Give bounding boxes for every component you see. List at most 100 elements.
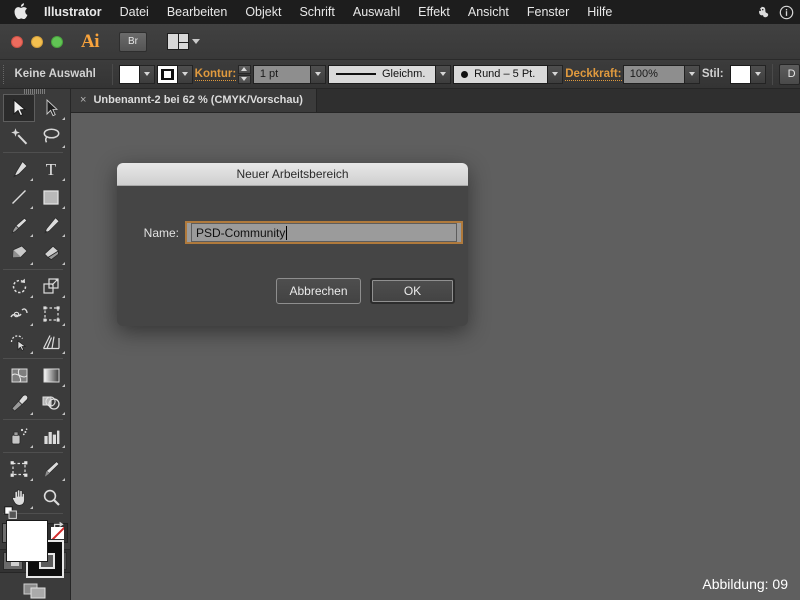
zoom-window-button[interactable] [51,35,63,48]
control-bar-grip[interactable] [3,64,5,84]
stroke-color-control[interactable] [156,64,193,84]
mac-menu-bar: Illustrator Datei Bearbeiten Objekt Schr… [0,0,800,24]
zoom-tool[interactable] [35,483,67,511]
brush-definition-dropdown-button[interactable] [548,64,564,84]
minimize-window-button[interactable] [31,35,43,48]
name-input-inner[interactable]: PSD-Community [191,223,457,242]
change-screen-mode-button[interactable] [18,581,52,600]
stroke-dropdown-button[interactable] [177,64,193,84]
menu-item-ansicht[interactable]: Ansicht [459,0,518,24]
stroke-weight-control[interactable]: 1 pt [237,64,326,84]
pen-tool[interactable] [3,155,35,183]
column-graph-tool[interactable] [35,422,67,450]
graphic-style-dropdown-button[interactable] [750,64,766,84]
menu-item-auswahl[interactable]: Auswahl [344,0,409,24]
opacity-link[interactable]: Deckkraft: [565,68,622,81]
stroke-weight-stepper[interactable] [237,64,251,84]
shape-builder-tool[interactable] [3,328,35,356]
menu-item-schrift[interactable]: Schrift [290,0,343,24]
document-tab-label: Unbenannt-2 bei 62 % (CMYK/Vorschau) [93,94,303,106]
divider-2 [771,63,773,85]
stroke-profile-combo[interactable]: Gleichm. [328,64,436,84]
name-field-row: Name: PSD-Community [117,221,468,244]
menu-item-objekt[interactable]: Objekt [236,0,290,24]
stroke-swatch[interactable] [156,64,178,84]
brush-definition-combo[interactable]: Rund – 5 Pt. [453,64,549,84]
brush-preview-icon [461,70,469,78]
rectangle-tool[interactable] [35,183,67,211]
control-bar: Keine Auswahl Kontur: 1 pt Gleichm. Rund… [0,60,800,89]
stroke-profile-dropdown-button[interactable] [436,64,451,84]
eyedropper-tool[interactable] [3,389,35,417]
divider [111,63,113,85]
fill-color-control[interactable] [118,64,155,84]
graphic-style-swatch[interactable] [729,64,751,84]
new-workspace-dialog: Neuer Arbeitsbereich Name: PSD-Community… [117,163,468,326]
stroke-weight-input[interactable]: 1 pt [252,64,311,84]
menu-item-effekt[interactable]: Effekt [409,0,459,24]
stroke-weight-dropdown-button[interactable] [310,64,326,84]
stroke-profile-label: Gleichm. [382,68,426,80]
paintbrush-tool[interactable] [3,211,35,239]
ok-button[interactable]: OK [370,278,455,304]
fill-dropdown-button[interactable] [139,64,155,84]
tools-panel: T [0,89,71,600]
opacity-control[interactable]: 100% [622,64,700,84]
selection-tool[interactable] [3,94,35,122]
arrange-documents-icon [167,33,189,50]
brush-definition-label: Rund – 5 Pt. [474,68,536,80]
width-tool[interactable] [3,300,35,328]
opacity-dropdown-button[interactable] [684,64,700,84]
blend-tool[interactable] [35,389,67,417]
name-input[interactable]: PSD-Community [185,221,463,244]
dialog-buttons: Abbrechen OK [276,278,455,304]
scale-tool[interactable] [35,272,67,300]
graphic-style-control[interactable] [729,64,766,84]
tool-divider-2 [3,269,63,270]
menu-item-hilfe[interactable]: Hilfe [578,0,621,24]
mesh-tool[interactable] [3,361,35,389]
stroke-profile-control[interactable]: Gleichm. [328,64,451,84]
line-segment-tool[interactable] [3,183,35,211]
info-circle-icon[interactable] [779,5,794,20]
stroke-profile-preview-icon [336,73,376,75]
evernote-elephant-icon[interactable] [756,5,771,20]
direct-selection-tool[interactable] [35,94,67,122]
lasso-tool[interactable] [35,122,67,150]
eraser-tool[interactable] [35,239,67,267]
menu-app-name[interactable]: Illustrator [44,0,111,24]
fill-swatch[interactable] [118,64,140,84]
rotate-tool[interactable] [3,272,35,300]
fill-color-box[interactable] [6,520,48,562]
illustrator-logo: Ai [81,30,100,52]
close-icon[interactable]: × [80,94,86,106]
tools-grid: T [3,94,67,516]
blob-brush-tool[interactable] [3,239,35,267]
slice-tool[interactable] [35,455,67,483]
pencil-tool[interactable] [35,211,67,239]
apple-logo-icon[interactable] [14,3,28,20]
gradient-tool[interactable] [35,361,67,389]
document-tab[interactable]: × Unbenannt-2 bei 62 % (CMYK/Vorschau) [71,88,317,112]
close-window-button[interactable] [11,35,23,48]
name-label: Name: [143,225,179,240]
menu-item-fenster[interactable]: Fenster [518,0,578,24]
stepper-down-button[interactable] [237,74,251,84]
artboard-tool[interactable] [3,455,35,483]
free-transform-tool[interactable] [35,300,67,328]
perspective-grid-tool[interactable] [35,328,67,356]
brush-definition-control[interactable]: Rund – 5 Pt. [453,64,564,84]
opacity-input[interactable]: 100% [622,64,685,84]
document-setup-button[interactable]: D [778,63,800,85]
magic-wand-tool[interactable] [3,122,35,150]
arrange-documents-button[interactable] [167,33,200,50]
menu-item-datei[interactable]: Datei [111,0,158,24]
type-tool[interactable]: T [35,155,67,183]
stepper-up-button[interactable] [237,64,251,74]
cancel-button[interactable]: Abbrechen [276,278,361,304]
default-fill-stroke-icon[interactable] [4,506,18,520]
symbol-sprayer-tool[interactable] [3,422,35,450]
stroke-weight-link[interactable]: Kontur: [194,68,237,81]
menu-item-bearbeiten[interactable]: Bearbeiten [158,0,236,24]
launch-bridge-button[interactable]: Br [119,31,147,52]
